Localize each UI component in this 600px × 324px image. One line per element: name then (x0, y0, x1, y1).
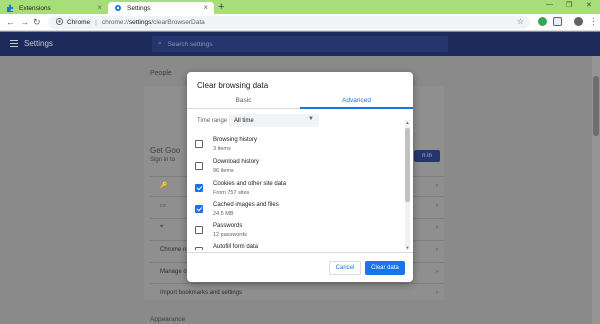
bookmark-star-icon[interactable]: ☆ (517, 17, 524, 26)
autofill-checkbox[interactable] (195, 247, 203, 250)
close-tab-icon[interactable]: × (203, 3, 208, 12)
tab-label: Settings (127, 4, 151, 12)
tab-label: Extensions (19, 4, 51, 12)
chevron-right-icon: › (436, 202, 438, 209)
scroll-up-icon[interactable]: ▲ (405, 120, 410, 125)
tab-basic[interactable]: Basic (187, 97, 300, 104)
time-range-value: All time (234, 117, 254, 124)
active-tab-indicator (300, 107, 413, 109)
menu-kebab-icon[interactable]: ⋮ (589, 16, 598, 27)
tab-strip: Extensions × Settings × + — ❐ ✕ (0, 0, 600, 14)
dialog-scrollbar-thumb[interactable] (405, 128, 410, 202)
option-subtitle: 96 items (213, 168, 234, 174)
chevron-right-icon: › (436, 289, 438, 296)
option-browsing-history[interactable]: Browsing history 3 items (195, 136, 399, 156)
cached-images-checkbox[interactable] (195, 205, 203, 213)
chevron-right-icon: › (436, 268, 438, 275)
search-placeholder: Search settings (167, 40, 213, 48)
hamburger-menu-icon[interactable] (10, 40, 18, 48)
clear-data-button[interactable]: Clear data (365, 261, 405, 275)
omnibox-chip: Chrome (67, 19, 91, 26)
section-appearance-heading: Appearance (150, 316, 186, 323)
page-scrollbar[interactable] (592, 56, 600, 324)
url-host: settings (128, 19, 152, 26)
scroll-down-icon[interactable]: ▼ (405, 245, 410, 250)
option-title: Browsing history (213, 137, 258, 143)
profile-avatar-icon[interactable] (574, 17, 583, 26)
browsing-history-checkbox[interactable] (195, 140, 203, 148)
page-title: Settings (24, 39, 53, 48)
chrome-icon (56, 18, 63, 27)
row-label: Import bookmarks and settings (160, 289, 243, 296)
tab-settings[interactable]: Settings × (108, 2, 214, 14)
url-path: /clearBrowserData (151, 19, 205, 26)
gear-icon (114, 4, 122, 12)
download-history-checkbox[interactable] (195, 162, 203, 170)
search-settings-input[interactable]: ⌕ Search settings (152, 36, 448, 52)
forward-icon[interactable]: → (20, 17, 29, 27)
extension-green-icon[interactable] (538, 17, 547, 26)
cookies-checkbox[interactable] (195, 184, 203, 192)
sign-in-label: n in (422, 153, 432, 159)
dialog-tabs: Basic Advanced (187, 94, 413, 109)
reload-icon[interactable]: ↻ (33, 17, 41, 28)
dropdown-caret-icon: ▼ (308, 116, 314, 122)
window-close-icon[interactable]: ✕ (586, 1, 592, 9)
option-download-history[interactable]: Download history 96 items (195, 158, 399, 178)
row-label: Manage ot (160, 268, 189, 275)
back-icon[interactable]: ← (6, 17, 15, 27)
time-range-label: Time range (197, 118, 228, 124)
page-scrollbar-thumb[interactable] (593, 76, 599, 136)
dialog-scrollbar[interactable]: ▲ ▼ (405, 120, 410, 250)
location-icon: ⌖ (160, 224, 164, 230)
option-passwords[interactable]: Passwords 12 passwords (195, 222, 399, 242)
option-subtitle: 24.5 MB (213, 211, 234, 217)
clear-browsing-data-dialog: Clear browsing data Basic Advanced Time … (187, 72, 413, 282)
option-title: Passwords (213, 223, 243, 229)
settings-header: Settings ⌕ Search settings (0, 32, 600, 56)
passwords-checkbox[interactable] (195, 226, 203, 234)
key-icon: 🔑 (160, 183, 168, 189)
option-subtitle: From 757 sites (213, 190, 250, 196)
option-subtitle: 3 items (213, 146, 231, 152)
maximize-icon[interactable]: ❐ (566, 1, 572, 9)
tab-advanced[interactable]: Advanced (300, 97, 413, 104)
option-cookies[interactable]: Cookies and other site data From 757 sit… (195, 180, 399, 200)
option-title: Cookies and other site data (213, 181, 287, 187)
omnibox-separator: | (95, 19, 97, 26)
option-subtitle: 12 passwords (213, 232, 247, 238)
option-autofill[interactable]: Autofill form data (195, 243, 399, 250)
cancel-button[interactable]: Cancel (329, 261, 361, 275)
option-title: Autofill form data (213, 244, 259, 250)
search-icon: ⌕ (158, 40, 162, 47)
new-tab-button[interactable]: + (218, 1, 224, 13)
browser-toolbar: ← → ↻ Chrome | chrome:// settings /clear… (0, 14, 600, 31)
chevron-right-icon: › (436, 224, 438, 231)
chevron-right-icon: › (436, 246, 438, 253)
section-people-heading: People (150, 70, 172, 77)
time-range-select[interactable]: All time ▼ (229, 114, 319, 127)
option-title: Download history (213, 159, 260, 165)
address-bar[interactable]: Chrome | chrome:// settings /clearBrowse… (48, 16, 530, 29)
url-scheme: chrome:// (101, 19, 129, 26)
sign-in-button[interactable]: n in (414, 150, 440, 162)
sign-in-text: Sign in to (150, 157, 176, 163)
option-cached-images[interactable]: Cached images and files 24.5 MB (195, 201, 399, 221)
tab-extensions[interactable]: Extensions × (0, 2, 108, 14)
close-tab-icon[interactable]: × (97, 3, 102, 12)
option-title: Cached images and files (213, 202, 279, 208)
extension-shield-icon[interactable] (553, 17, 562, 26)
minimize-icon[interactable]: — (546, 1, 553, 8)
get-google-heading: Get Goo (150, 146, 181, 155)
puzzle-icon (6, 4, 14, 12)
card-icon: ▭ (160, 203, 166, 209)
import-row[interactable]: Import bookmarks and settings › (150, 283, 444, 301)
dialog-footer: Cancel Clear data (187, 252, 413, 282)
chevron-right-icon: › (436, 182, 438, 189)
dialog-content: Time range All time ▼ Browsing history 3… (187, 110, 413, 250)
dialog-title: Clear browsing data (197, 81, 269, 90)
